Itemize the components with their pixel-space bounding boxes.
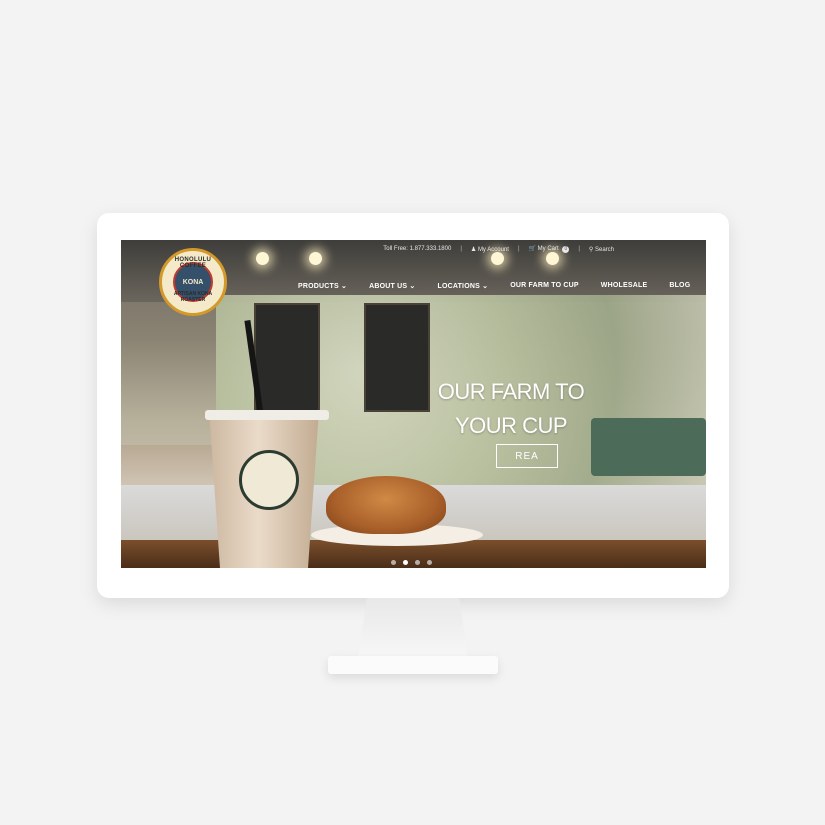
my-cart-link[interactable]: 🛒 My Cart 0 [529, 245, 570, 253]
logo-ring-text: HONOLULU COFFEE [174, 257, 212, 269]
user-icon: ♟ [470, 246, 477, 253]
monitor-stand-base [328, 656, 498, 674]
slider-dot-4[interactable] [427, 560, 432, 565]
nav-item-locations[interactable]: LOCATIONS ⌄ [437, 282, 488, 290]
main-nav: PRODUCTS ⌄ ABOUT US ⌄ LOCATIONS ⌄ OUR FA… [298, 282, 690, 290]
nav-item-products[interactable]: PRODUCTS ⌄ [298, 282, 347, 290]
hero-title: OUR FARM TO YOUR CUP [431, 375, 591, 443]
slider-dot-1[interactable] [391, 560, 396, 565]
hero-title-line1: OUR FARM TO [437, 379, 585, 404]
nav-item-wholesale[interactable]: WHOLESALE [601, 282, 648, 290]
cart-count-badge: 0 [562, 246, 570, 253]
logo-center-text: KONA [182, 278, 204, 286]
my-account-link[interactable]: ♟ My Account [471, 246, 509, 253]
cup-lid [205, 410, 329, 420]
divider: | [578, 246, 580, 252]
menu-board [364, 303, 430, 412]
nav-item-blog[interactable]: BLOG [669, 282, 690, 290]
search-label: Search [594, 246, 614, 253]
my-cart-label: My Cart [537, 246, 559, 252]
espresso-machine [591, 418, 706, 476]
nav-item-about-us[interactable]: ABOUT US ⌄ [369, 282, 415, 290]
croissant [326, 476, 446, 534]
hero-title-line2: YOUR CUP [454, 413, 568, 438]
slider-dot-3[interactable] [415, 560, 420, 565]
divider: | [460, 246, 462, 252]
divider: | [517, 246, 520, 252]
cup-logo-icon [239, 450, 299, 510]
menu-board [254, 303, 320, 412]
monitor-frame: Toll Free: 1.877.333.1800 | ♟ My Account… [97, 213, 729, 598]
cart-icon: 🛒 [528, 246, 536, 252]
slider-dot-2[interactable] [403, 560, 408, 565]
site-logo[interactable]: HONOLULU COFFEE KONA ARTISAN KONA ROASTE… [159, 248, 227, 316]
monitor-stand-neck [358, 598, 468, 658]
slider-dots [391, 560, 432, 565]
website-screen: Toll Free: 1.877.333.1800 | ♟ My Account… [121, 240, 706, 568]
my-account-label: My Account [477, 246, 509, 253]
search-icon: ⚲ [588, 246, 594, 253]
toll-free-number[interactable]: Toll Free: 1.877.333.1800 [383, 246, 451, 252]
nav-item-our-farm-to-cup[interactable]: OUR FARM TO CUP [510, 282, 579, 290]
read-more-button[interactable]: REA [496, 444, 558, 468]
search-link[interactable]: ⚲ Search [589, 246, 614, 253]
logo-bottom-text: ARTISAN KONA ROASTER [173, 291, 213, 303]
